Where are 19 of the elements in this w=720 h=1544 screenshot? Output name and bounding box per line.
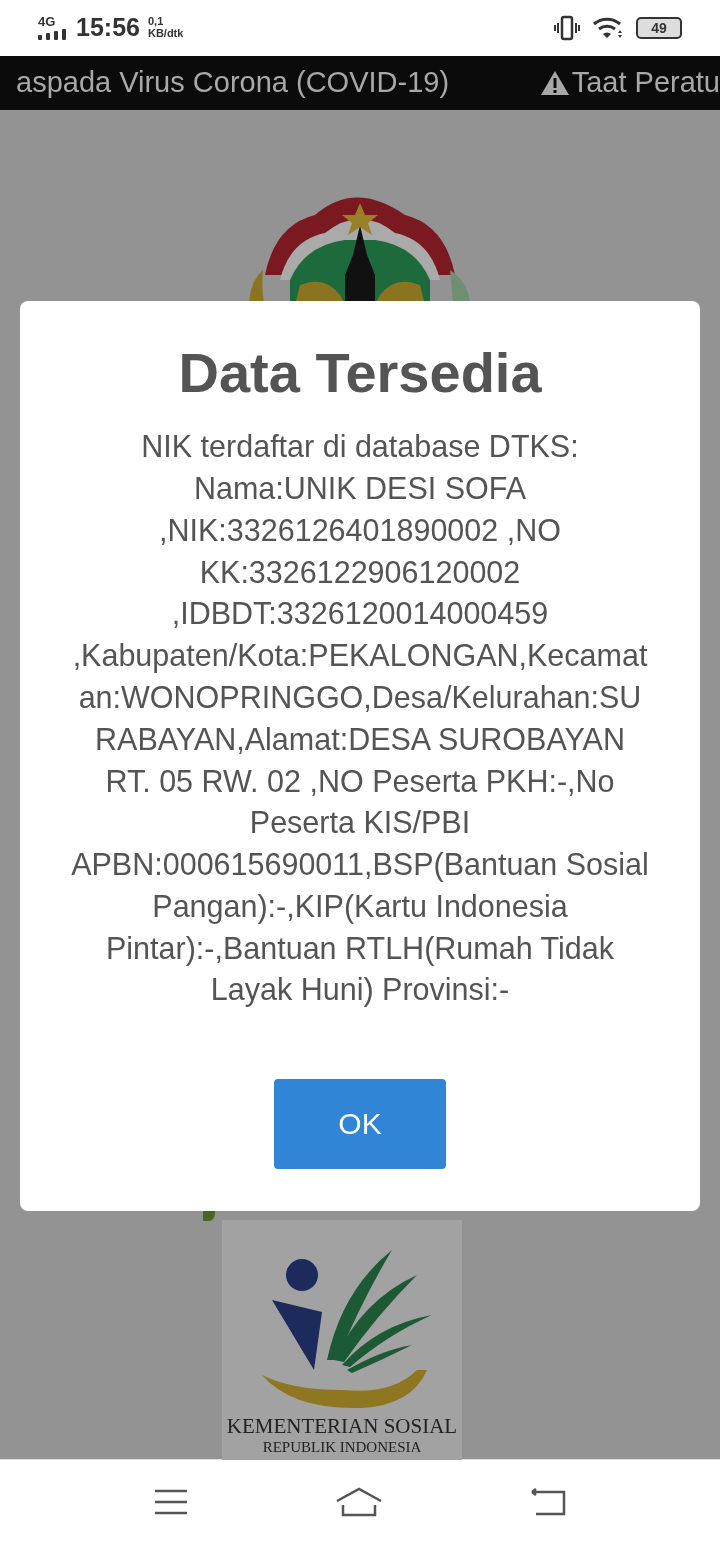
battery-icon: 49 <box>636 17 682 39</box>
network-type: 4G <box>38 15 57 29</box>
ok-button[interactable]: OK <box>274 1079 446 1170</box>
dialog-message: NIK terdaftar di database DTKS: Nama:UNIK DESI SOFA ,NIK:3326126401890002 ,NO KK:3326122906120002 ,IDBDT:3326120014000459 ,Kabupaten/Kota:PEKALONGAN,Kecamatan:WONOPRINGGO,Desa/Kelurahan:SURABAYAN,Alamat:DESA SUROBAYAN RT. 05 RW. 02 ,NO Peserta PKH:-,No Peserta KIS/PBI APBN:000615690011,BSP(Bantuan Sosial Pangan):-,KIP(Kartu Indonesia Pintar):-,Bantuan RTLH(Rumah Tidak Layak Huni) Provinsi:- <box>70 428 650 1009</box>
back-icon[interactable] <box>530 1488 567 1517</box>
ticker-text: aspada Virus Corona (COVID-19) <box>16 66 450 100</box>
home-icon[interactable] <box>335 1487 383 1518</box>
warning-icon <box>539 69 570 96</box>
menu-icon[interactable] <box>153 1489 188 1516</box>
network-speed: 0,1 <box>147 16 165 28</box>
speed-unit: KB/dtk <box>147 28 184 40</box>
logo-caption: KEMENTERIAN SOSIAL <box>226 1413 458 1439</box>
clock: 15:56 <box>76 13 140 43</box>
wifi-icon <box>592 16 624 40</box>
logo-subcaption: REPUBLIK INDONESIA <box>262 1438 422 1456</box>
vibrate-icon <box>554 15 580 41</box>
dialog-title: Data Tersedia <box>178 339 542 406</box>
ticker-text: Taat Peratu <box>571 66 720 100</box>
signal-icon <box>38 28 68 41</box>
